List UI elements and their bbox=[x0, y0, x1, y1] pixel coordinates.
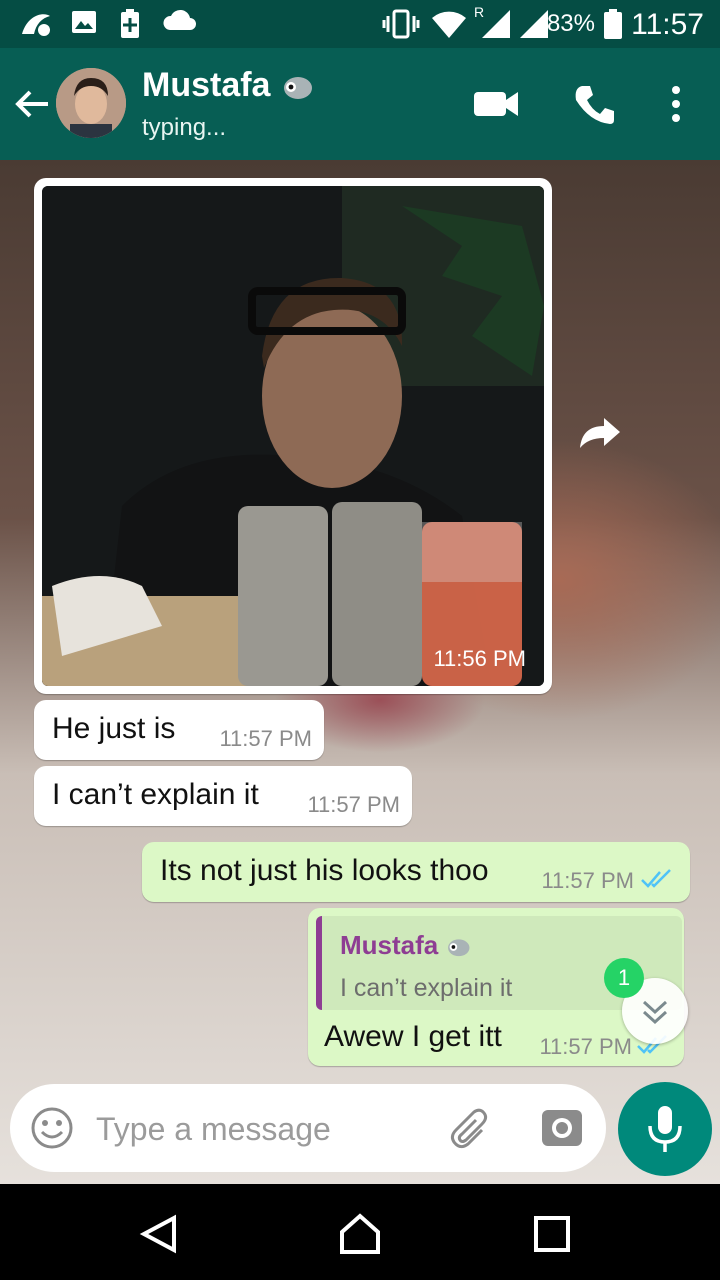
nav-recents-icon[interactable] bbox=[532, 1214, 572, 1254]
contact-name[interactable]: Mustafa bbox=[142, 66, 314, 105]
wifi-icon bbox=[432, 11, 466, 38]
vibrate-icon bbox=[382, 9, 420, 39]
image-message-bubble[interactable]: 11:56 PM bbox=[34, 178, 552, 694]
outgoing-message[interactable]: Its not just his looks thoo 11:57 PM bbox=[142, 842, 690, 902]
nav-home-icon[interactable] bbox=[336, 1210, 384, 1256]
system-nav-bar bbox=[0, 1184, 720, 1280]
message-input[interactable] bbox=[94, 1104, 418, 1154]
battery-icon bbox=[604, 9, 622, 39]
message-text: I can’t explain it bbox=[52, 778, 259, 811]
contact-name-text: Mustafa bbox=[142, 66, 271, 104]
status-bar: R 83% 11:57 bbox=[0, 0, 720, 48]
shared-photo[interactable]: 11:56 PM bbox=[42, 186, 544, 686]
battery-percentage: 83% bbox=[546, 10, 595, 37]
phone-icon[interactable] bbox=[570, 80, 618, 128]
more-vert-icon[interactable] bbox=[660, 80, 692, 128]
cloud-icon bbox=[163, 9, 196, 30]
message-timestamp: 11:57 PM bbox=[219, 726, 312, 751]
chat-background: 11:56 PM He just is 11:57 PM I can’t exp… bbox=[0, 160, 720, 1184]
gallery-icon bbox=[72, 11, 96, 33]
message-text: He just is bbox=[52, 712, 176, 745]
unread-count-badge: 1 bbox=[604, 958, 644, 998]
avatar[interactable] bbox=[56, 68, 126, 138]
incoming-message[interactable]: He just is 11:57 PM bbox=[34, 700, 324, 760]
message-text: Awew I get itt bbox=[324, 1020, 502, 1053]
status-time: 11:57 bbox=[631, 8, 704, 41]
double-check-icon bbox=[641, 869, 671, 888]
message-timestamp: 11:57 PM bbox=[307, 792, 400, 817]
message-timestamp: 11:57 PM bbox=[539, 1034, 632, 1059]
mic-button[interactable] bbox=[618, 1082, 712, 1176]
parrot-emoji-icon bbox=[283, 77, 312, 100]
parrot-emoji-icon bbox=[448, 939, 470, 957]
incoming-message[interactable]: I can’t explain it 11:57 PM bbox=[34, 766, 412, 826]
mic-icon bbox=[648, 1106, 682, 1152]
message-timestamp: 11:57 PM bbox=[541, 868, 634, 893]
chat-header: Mustafa typing... bbox=[0, 48, 720, 160]
signal-icon bbox=[520, 10, 548, 38]
video-call-icon[interactable] bbox=[470, 82, 522, 126]
paperclip-icon[interactable] bbox=[448, 1106, 496, 1150]
image-timestamp: 11:56 PM bbox=[433, 646, 526, 671]
signal-icon bbox=[482, 10, 510, 38]
navigation-icon bbox=[22, 14, 50, 36]
quoted-sender: Mustafa bbox=[340, 930, 471, 961]
message-text: Its not just his looks thoo bbox=[160, 854, 489, 887]
nav-back-icon[interactable] bbox=[138, 1212, 182, 1256]
forward-icon[interactable] bbox=[576, 412, 624, 452]
message-composer bbox=[10, 1084, 606, 1172]
quoted-text: I can’t explain it bbox=[340, 974, 513, 1002]
camera-icon[interactable] bbox=[538, 1106, 586, 1150]
back-arrow-icon[interactable] bbox=[10, 82, 54, 126]
contact-status: typing... bbox=[142, 114, 227, 141]
quoted-sender-name: Mustafa bbox=[340, 930, 439, 960]
battery-saver-icon bbox=[121, 9, 139, 38]
emoji-icon[interactable] bbox=[30, 1106, 74, 1150]
